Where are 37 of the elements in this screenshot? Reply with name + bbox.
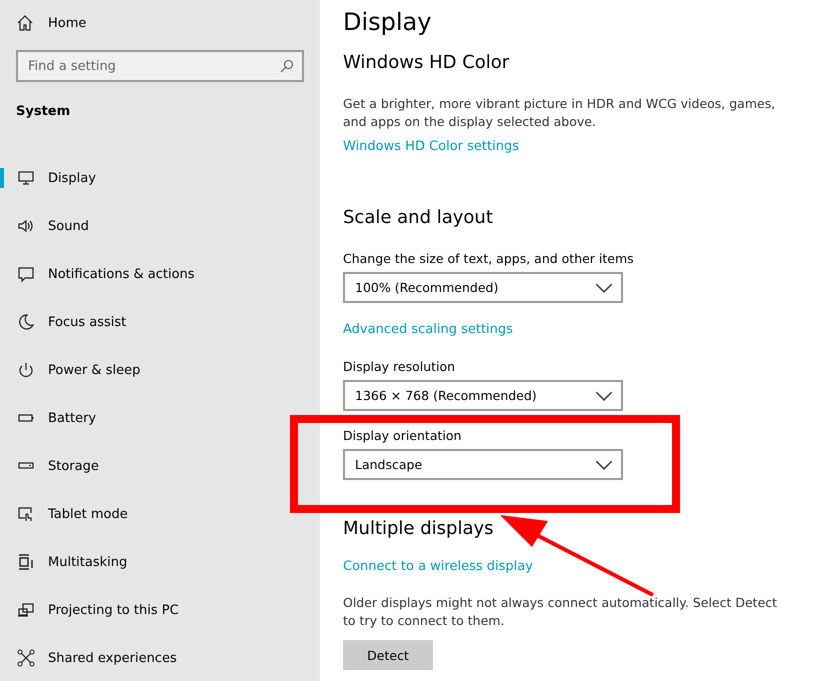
search-icon	[280, 59, 294, 73]
nav-icon	[17, 169, 35, 187]
orientation-dropdown[interactable]: Landscape	[343, 449, 623, 480]
page-title: Display	[343, 8, 432, 36]
nav-item[interactable]: Sound	[0, 202, 320, 250]
description-text: Get a brighter, more vibrant picture in HDR and WCG videos, games, and apps on the display selected above.	[343, 95, 776, 131]
nav-icon	[17, 553, 35, 571]
section-heading: Multiple displays	[343, 518, 494, 539]
field-label: Display orientation	[343, 428, 462, 443]
section-heading: System	[15, 103, 72, 119]
resolution-dropdown[interactable]: 1366 × 768 (Recommended)	[343, 380, 623, 411]
nav-icon	[17, 265, 35, 283]
nav-item[interactable]: Storage	[0, 442, 320, 490]
scale-dropdown[interactable]: 100% (Recommended)	[343, 272, 623, 303]
field-label: Change the size of text, apps, and other items	[343, 251, 634, 266]
nav-icon	[17, 217, 35, 235]
section-heading: Scale and layout	[343, 207, 493, 228]
field-label: Display resolution	[343, 359, 456, 374]
description-text: Older displays might not always connect automatically. Select Detect to try to connect to them.	[343, 594, 778, 630]
nav-item[interactable]: Power & sleep	[0, 346, 320, 394]
nav-icon	[17, 313, 35, 331]
nav-item[interactable]: Multitasking	[0, 538, 320, 586]
house-icon	[16, 14, 34, 32]
home-link[interactable]: Home	[0, 0, 320, 32]
search-field[interactable]: Find a setting	[16, 50, 304, 82]
nav-item[interactable]: Focus assist	[0, 298, 320, 346]
nav-icon	[17, 361, 35, 379]
section-heading: Windows HD Color	[343, 52, 510, 73]
nav-item[interactable]: Tablet mode	[0, 490, 320, 538]
detect-button[interactable]: Detect	[343, 640, 433, 670]
nav-icon	[17, 649, 35, 667]
nav-item[interactable]: Display	[0, 154, 320, 202]
nav-item[interactable]: Notifications & actions	[0, 250, 320, 298]
nav-item[interactable]: Battery	[0, 394, 320, 442]
nav-item[interactable]: Projecting to this PC	[0, 586, 320, 634]
nav-icon	[17, 601, 35, 619]
nav-item[interactable]: Shared experiences	[0, 634, 320, 681]
